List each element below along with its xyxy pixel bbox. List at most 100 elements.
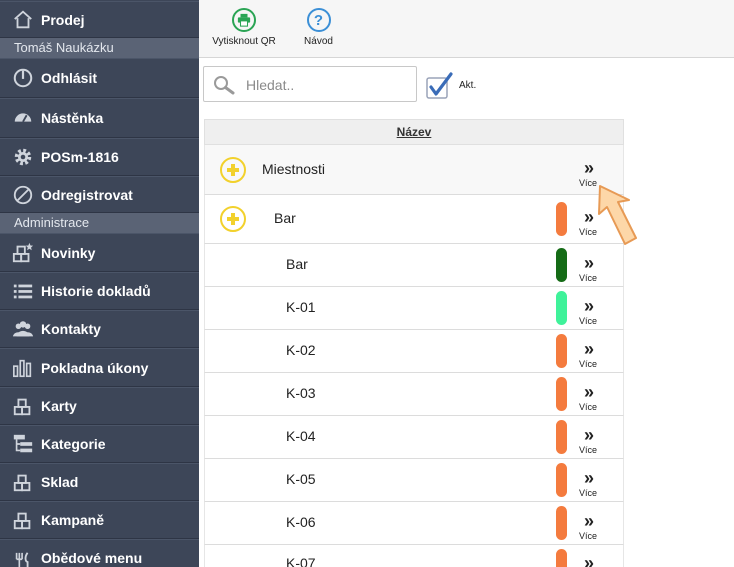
gear-icon	[10, 145, 36, 169]
chevron-right-icon: »	[583, 511, 594, 531]
status-indicator	[556, 463, 567, 497]
expand-plus-icon[interactable]	[220, 206, 246, 232]
chevron-right-icon: »	[583, 296, 594, 316]
list-icon	[10, 279, 36, 303]
chevron-right-icon: »	[583, 468, 594, 488]
boxes-icon	[10, 394, 36, 418]
more-button[interactable]: » Více	[574, 340, 602, 369]
fork-knife-icon	[10, 550, 36, 567]
help-button[interactable]: ? Návod	[296, 6, 341, 47]
row-name: K-01	[286, 299, 316, 315]
table-row[interactable]: K-06 » Více	[204, 502, 624, 545]
help-icon: ?	[306, 8, 331, 32]
sidebar-item-historie-dokladu[interactable]: Historie dokladů	[0, 272, 199, 310]
status-indicator	[556, 291, 567, 325]
more-label: Více	[578, 531, 597, 541]
sidebar-item-label: Obědové menu	[41, 550, 143, 566]
row-name: Bar	[286, 256, 308, 272]
help-label: Návod	[304, 36, 333, 47]
table-row[interactable]: K-07 » Více	[204, 545, 624, 567]
sidebar-item-sklad[interactable]: Sklad	[0, 463, 199, 501]
row-name: K-03	[286, 385, 316, 401]
table-row[interactable]: K-01 » Více	[204, 287, 624, 330]
sidebar-item-label: Sklad	[41, 474, 79, 490]
sidebar: Prodej Tomáš Naukázku Odhlásit Nástěnka …	[0, 0, 199, 567]
row-name: K-02	[286, 342, 316, 358]
sidebar-item-kategorie[interactable]: Kategorie	[0, 425, 199, 463]
sidebar-item-label: Kontakty	[41, 321, 101, 337]
chevron-right-icon: »	[583, 425, 594, 445]
sidebar-item-label: Novinky	[41, 244, 96, 261]
row-name: K-07	[286, 555, 316, 567]
status-indicator	[556, 248, 567, 282]
sidebar-item-label: Pokladna úkony	[41, 359, 149, 376]
admin-section-header: Administrace	[0, 213, 199, 233]
more-button[interactable]: » Více	[574, 383, 602, 412]
more-label: Více	[578, 316, 597, 326]
chevron-right-icon: »	[583, 253, 594, 273]
sidebar-item-prodej[interactable]: Prodej	[0, 1, 199, 38]
printer-icon	[232, 8, 256, 32]
tutorial-pointer-arrow-icon	[598, 185, 637, 245]
table-row[interactable]: K-03 » Více	[204, 373, 624, 416]
search-input[interactable]	[244, 75, 413, 95]
row-name: Miestnosti	[262, 161, 326, 177]
more-label: Více	[578, 273, 597, 283]
sidebar-item-label: Prodej	[41, 11, 85, 28]
sidebar-item-obedove-menu[interactable]: Obědové menu	[0, 539, 199, 567]
chevron-right-icon: »	[583, 553, 594, 567]
users-icon	[10, 317, 36, 341]
home-icon	[10, 8, 36, 32]
table-row[interactable]: K-05 » Více	[204, 459, 624, 502]
sidebar-item-posm[interactable]: POSm-1816	[0, 138, 199, 176]
power-icon	[10, 66, 36, 90]
search-box	[203, 66, 417, 102]
sidebar-item-kampane[interactable]: Kampaně	[0, 501, 199, 539]
column-header-name[interactable]: Název	[204, 119, 624, 145]
more-button[interactable]: » Více	[574, 426, 602, 455]
boxes-icon	[10, 470, 36, 494]
status-indicator	[556, 377, 567, 411]
status-indicator	[556, 202, 567, 236]
table-row[interactable]: Bar » Více	[204, 195, 624, 244]
search-icon	[214, 76, 235, 95]
sidebar-item-odregistrovat[interactable]: Odregistrovat	[0, 176, 199, 213]
status-indicator	[556, 334, 567, 368]
table-row[interactable]: Bar » Více	[204, 244, 624, 287]
table-row[interactable]: Miestnosti » Více	[204, 145, 624, 195]
more-label: Více	[578, 402, 597, 412]
sidebar-item-karty[interactable]: Karty	[0, 387, 199, 425]
user-section-header: Tomáš Naukázku	[0, 38, 199, 58]
more-button[interactable]: » Více	[574, 512, 602, 541]
more-button[interactable]: » Více	[574, 469, 602, 498]
chevron-right-icon: »	[583, 339, 594, 359]
sidebar-item-nastenka[interactable]: Nástěnka	[0, 98, 199, 138]
boxes-star-icon	[10, 241, 36, 265]
sidebar-item-label: Odhlásit	[41, 70, 98, 86]
sidebar-item-odhlasit[interactable]: Odhlásit	[0, 58, 199, 98]
more-label: Více	[578, 359, 597, 369]
more-button[interactable]: » Více	[574, 297, 602, 326]
dashboard-icon	[10, 106, 36, 130]
sidebar-item-label: POSm-1816	[41, 149, 119, 165]
status-indicator	[556, 420, 567, 454]
table-row[interactable]: K-04 » Více	[204, 416, 624, 459]
more-button[interactable]: » Více	[574, 254, 602, 283]
active-label: Akt.	[459, 80, 477, 91]
row-name: K-04	[286, 428, 316, 444]
sidebar-item-label: Nástěnka	[41, 110, 104, 126]
more-button[interactable]: » Více	[574, 554, 602, 567]
print-qr-button[interactable]: Vytisknout QR	[209, 6, 279, 47]
sidebar-item-label: Historie dokladů	[41, 283, 151, 299]
column-header-label: Název	[396, 125, 432, 139]
sidebar-item-kontakty[interactable]: Kontakty	[0, 310, 199, 348]
sidebar-item-novinky[interactable]: Novinky	[0, 233, 199, 272]
toolbar: Vytisknout QR ? Návod	[199, 0, 734, 58]
sidebar-item-pokladna-ukony[interactable]: Pokladna úkony	[0, 348, 199, 387]
more-label: Více	[578, 488, 597, 498]
sidebar-item-label: Odregistrovat	[41, 186, 133, 203]
active-checkbox[interactable]	[425, 72, 453, 100]
tree-icon	[10, 432, 36, 456]
expand-plus-icon[interactable]	[220, 157, 246, 183]
table-row[interactable]: K-02 » Více	[204, 330, 624, 373]
